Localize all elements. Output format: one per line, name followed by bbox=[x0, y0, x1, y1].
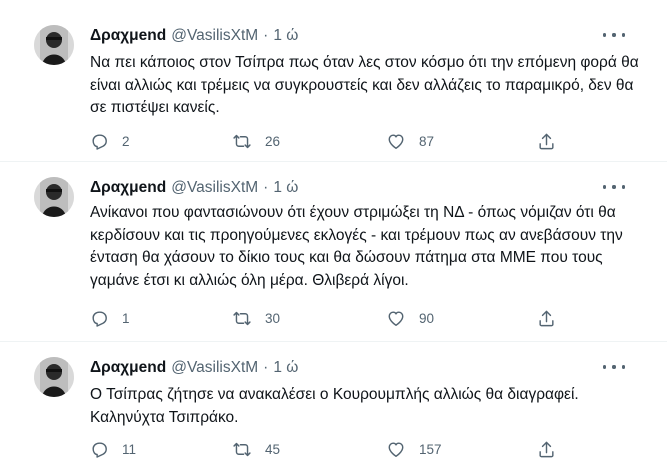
timestamp[interactable]: 1 ώ bbox=[273, 25, 298, 47]
tweet-actions: 11 45 157 bbox=[90, 438, 570, 460]
retweet-count: 26 bbox=[265, 133, 281, 149]
separator: · bbox=[263, 27, 269, 44]
timeline-top-strip bbox=[0, 0, 667, 10]
retweet-icon bbox=[232, 440, 252, 459]
retweet-button[interactable]: 45 bbox=[232, 438, 280, 460]
like-count: 157 bbox=[419, 441, 442, 457]
reply-count: 2 bbox=[122, 133, 130, 149]
separator: · bbox=[263, 179, 269, 196]
retweet-icon bbox=[232, 309, 252, 328]
timestamp[interactable]: 1 ώ bbox=[273, 357, 298, 379]
tweet[interactable]: Δραχμend @VasilisXtM · 1 ώ Να πει κάποιο… bbox=[0, 10, 667, 162]
avatar[interactable] bbox=[34, 357, 74, 397]
tweet-text: Ο Τσίπρας ζήτησε να ανακαλέσει ο Κουρουμ… bbox=[90, 386, 579, 426]
share-icon bbox=[537, 440, 556, 459]
display-name[interactable]: Δραχμend bbox=[90, 357, 166, 379]
timestamp[interactable]: 1 ώ bbox=[273, 177, 298, 199]
retweet-button[interactable]: 30 bbox=[232, 307, 280, 329]
like-button[interactable]: 157 bbox=[386, 438, 442, 460]
share-icon bbox=[537, 132, 556, 151]
share-icon bbox=[537, 309, 556, 328]
user-handle[interactable]: @VasilisXtM bbox=[171, 177, 258, 199]
retweet-icon bbox=[232, 132, 252, 151]
retweet-count: 45 bbox=[265, 441, 281, 457]
share-button[interactable] bbox=[537, 307, 556, 329]
share-button[interactable] bbox=[537, 438, 556, 460]
user-handle[interactable]: @VasilisXtM bbox=[171, 357, 258, 379]
reply-icon bbox=[90, 440, 109, 459]
like-button[interactable]: 87 bbox=[386, 130, 434, 152]
reply-icon bbox=[90, 132, 109, 151]
more-icon[interactable] bbox=[603, 178, 625, 196]
more-icon[interactable] bbox=[603, 26, 625, 44]
tweet[interactable]: Δραχμend @VasilisXtM · 1 ώ Ο Τσίπρας ζήτ… bbox=[0, 342, 667, 464]
tweet-actions: 2 26 87 bbox=[90, 130, 570, 152]
heart-icon bbox=[386, 132, 406, 151]
tweet-actions: 1 30 90 bbox=[90, 307, 570, 329]
heart-icon bbox=[386, 309, 406, 328]
tweet-text: Ανίκανοι που φαντασιώνουν ότι έχουν στρι… bbox=[90, 204, 623, 289]
reply-button[interactable]: 11 bbox=[90, 438, 136, 460]
like-button[interactable]: 90 bbox=[386, 307, 434, 329]
tweet-text: Να πει κάποιος στον Τσίπρα πως όταν λες … bbox=[90, 54, 639, 116]
reply-count: 1 bbox=[122, 310, 130, 326]
separator: · bbox=[263, 359, 269, 376]
tweet[interactable]: Δραχμend @VasilisXtM · 1 ώ Ανίκανοι που … bbox=[0, 162, 667, 342]
display-name[interactable]: Δραχμend bbox=[90, 177, 166, 199]
tweet-header: Δραχμend @VasilisXtM · 1 ώ bbox=[90, 357, 298, 379]
retweet-button[interactable]: 26 bbox=[232, 130, 280, 152]
like-count: 87 bbox=[419, 133, 435, 149]
reply-button[interactable]: 1 bbox=[90, 307, 130, 329]
reply-count: 11 bbox=[122, 441, 137, 457]
avatar[interactable] bbox=[34, 25, 74, 65]
retweet-count: 30 bbox=[265, 310, 281, 326]
reply-icon bbox=[90, 309, 109, 328]
share-button[interactable] bbox=[537, 130, 556, 152]
like-count: 90 bbox=[419, 310, 435, 326]
more-icon[interactable] bbox=[603, 358, 625, 376]
user-handle[interactable]: @VasilisXtM bbox=[171, 25, 258, 47]
display-name[interactable]: Δραχμend bbox=[90, 25, 166, 47]
heart-icon bbox=[386, 440, 406, 459]
avatar[interactable] bbox=[34, 177, 74, 217]
reply-button[interactable]: 2 bbox=[90, 130, 130, 152]
tweet-header: Δραχμend @VasilisXtM · 1 ώ bbox=[90, 177, 298, 199]
tweet-header: Δραχμend @VasilisXtM · 1 ώ bbox=[90, 25, 298, 47]
